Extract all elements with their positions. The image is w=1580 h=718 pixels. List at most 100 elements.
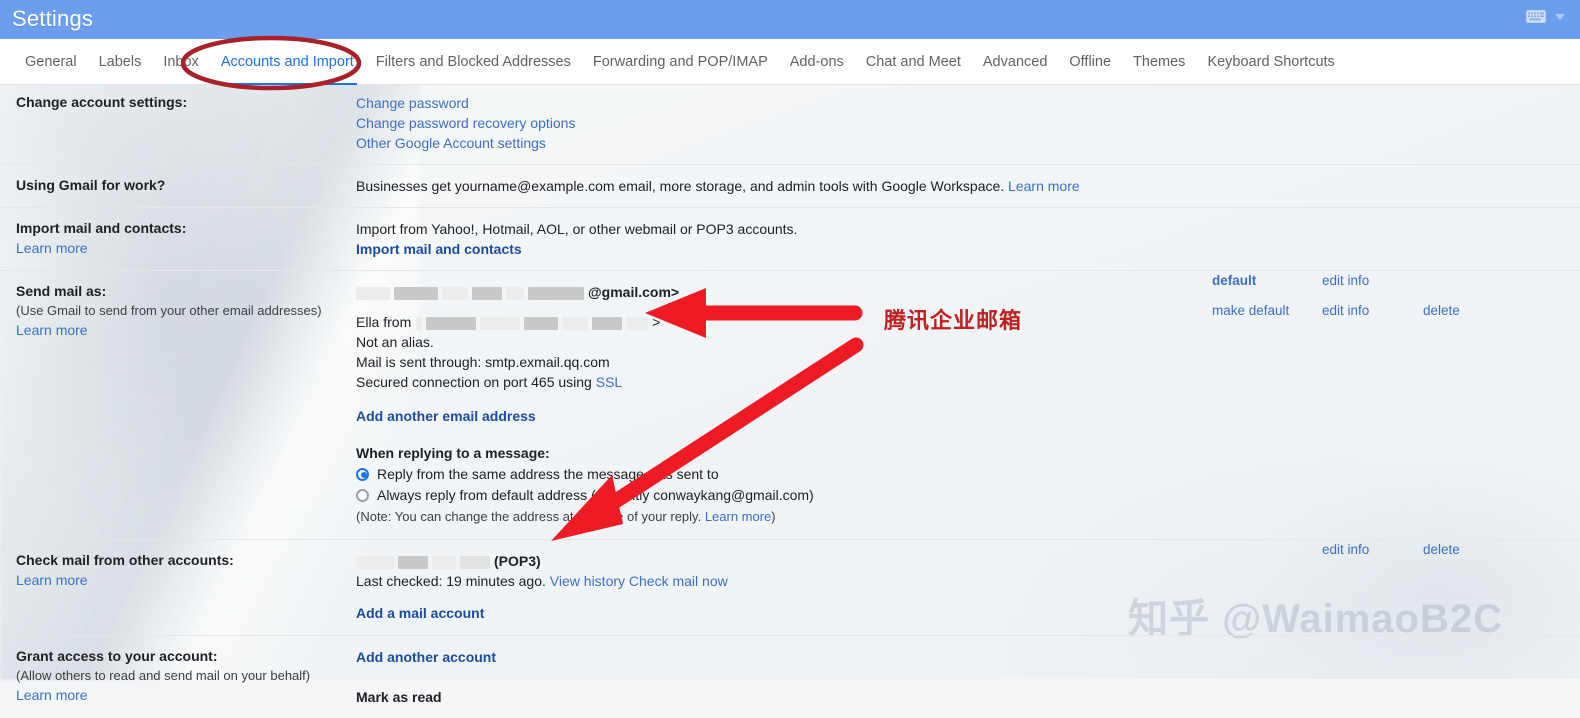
row-import-mail-and-contacts: Import mail and contacts: Learn more Imp… xyxy=(0,207,1580,270)
reply-option-same-address-label: Reply from the same address the message … xyxy=(377,466,719,482)
reply-option-default-address-label: Always reply from default address (curre… xyxy=(377,487,814,503)
tab-labels[interactable]: Labels xyxy=(88,39,153,85)
gmail-for-work-text: Businesses get yourname@example.com emai… xyxy=(356,178,1005,194)
redacted-account-block xyxy=(356,555,394,569)
ssl-link[interactable]: SSL xyxy=(596,374,622,390)
reply-note-learn-more-link[interactable]: Learn more xyxy=(705,509,771,524)
row-label-col: Import mail and contacts: Learn more xyxy=(0,219,356,259)
row-grant-access-to-your-account: Grant access to your account: (Allow oth… xyxy=(0,635,1580,718)
row-label-col: Send mail as: (Use Gmail to send from yo… xyxy=(0,282,356,527)
redacted-name-block xyxy=(472,286,502,300)
redacted-alias-block xyxy=(626,316,649,330)
row-label-col: Using Gmail for work? xyxy=(0,176,356,196)
check-mail-actions: edit info delete xyxy=(1180,540,1580,635)
redacted-name-block xyxy=(356,286,390,300)
page-title: Settings xyxy=(12,6,94,31)
send-mail-as-primary-edit-info-link[interactable]: edit info xyxy=(1322,273,1369,288)
primary-address-suffix: @gmail.com> xyxy=(588,284,680,300)
redacted-alias-block xyxy=(524,316,559,330)
check-mail-now-link[interactable]: Check mail now xyxy=(629,573,728,589)
change-account-settings-label: Change account settings: xyxy=(16,94,188,110)
row-change-account-settings: Change account settings: Change password… xyxy=(0,85,1580,164)
row-value-col: Import from Yahoo!, Hotmail, AOL, or oth… xyxy=(356,219,1580,259)
grant-access-learn-more-link[interactable]: Learn more xyxy=(16,685,356,705)
tab-general[interactable]: General xyxy=(14,39,88,85)
redacted-account-block xyxy=(432,555,456,569)
send-mail-as-sub: (Use Gmail to send from your other email… xyxy=(16,303,322,318)
send-mail-as-alias-make-default-link[interactable]: make default xyxy=(1212,303,1289,318)
tab-keyboard-shortcuts[interactable]: Keyboard Shortcuts xyxy=(1196,39,1345,85)
row-value-col: Change password Change password recovery… xyxy=(356,93,1580,153)
tab-themes[interactable]: Themes xyxy=(1122,39,1196,85)
alias-prefix: Ella from xyxy=(356,314,412,330)
tab-list: General Labels Inbox Accounts and Import… xyxy=(14,39,1346,85)
radio-reply-same-address[interactable] xyxy=(356,467,369,481)
titlebar-actions xyxy=(1526,10,1566,23)
tab-chat-and-meet[interactable]: Chat and Meet xyxy=(855,39,972,85)
row-value-col: Businesses get yourname@example.com emai… xyxy=(356,176,1580,196)
row-label-col: Change account settings: xyxy=(0,93,356,153)
add-another-account-link[interactable]: Add another account xyxy=(356,647,1580,667)
radio-reply-default-address[interactable] xyxy=(356,488,369,502)
other-google-account-settings-link[interactable]: Other Google Account settings xyxy=(356,133,1580,153)
import-mail-and-contacts-link[interactable]: Import mail and contacts xyxy=(356,239,1580,259)
row-check-mail-from-other-accounts: Check mail from other accounts: Learn mo… xyxy=(0,539,1580,635)
check-mail-label: Check mail from other accounts: xyxy=(16,552,234,568)
settings-tab-bar: General Labels Inbox Accounts and Import… xyxy=(0,39,1580,85)
tab-filters-and-blocked-addresses[interactable]: Filters and Blocked Addresses xyxy=(365,39,582,85)
send-mail-as-label: Send mail as: xyxy=(16,283,107,299)
change-password-recovery-options-link[interactable]: Change password recovery options xyxy=(356,113,1580,133)
check-mail-delete-link[interactable]: delete xyxy=(1423,542,1460,557)
redacted-name-block xyxy=(394,286,438,300)
import-mail-description: Import from Yahoo!, Hotmail, AOL, or oth… xyxy=(356,221,798,237)
redacted-account-block xyxy=(460,555,490,569)
redacted-name-block xyxy=(506,286,524,300)
alias-suffix: > xyxy=(652,314,661,330)
tab-inbox[interactable]: Inbox xyxy=(152,39,209,85)
title-bar: Settings xyxy=(0,0,1580,39)
redacted-account-block xyxy=(398,555,428,569)
redacted-name-block xyxy=(528,286,584,300)
grant-access-label: Grant access to your account: xyxy=(16,648,218,664)
using-gmail-for-work-label: Using Gmail for work? xyxy=(16,177,166,193)
view-history-link[interactable]: View history xyxy=(550,573,625,589)
redacted-alias-block xyxy=(426,316,477,330)
row-value-col: Add another account Mark as read xyxy=(356,647,1580,707)
send-mail-as-learn-more-link[interactable]: Learn more xyxy=(16,320,356,340)
send-mail-as-default-badge: default xyxy=(1212,273,1257,288)
check-mail-protocol: (POP3) xyxy=(494,553,541,569)
send-mail-as-actions: default edit info make default edit info… xyxy=(1180,271,1580,539)
gmail-for-work-text-line: Businesses get yourname@example.com emai… xyxy=(356,176,1580,196)
send-mail-as-alias-edit-info-link[interactable]: edit info xyxy=(1322,303,1369,318)
check-mail-edit-info-link[interactable]: edit info xyxy=(1322,542,1369,557)
redacted-alias-block xyxy=(592,316,623,330)
tab-advanced[interactable]: Advanced xyxy=(972,39,1059,85)
reply-note-prefix: (Note: You can change the address at the… xyxy=(356,509,705,524)
tab-add-ons[interactable]: Add-ons xyxy=(779,39,855,85)
gmail-for-work-learn-more-link[interactable]: Learn more xyxy=(1008,178,1080,194)
redacted-alias-block xyxy=(480,316,521,330)
redacted-alias-block xyxy=(562,316,589,330)
check-mail-learn-more-link[interactable]: Learn more xyxy=(16,570,356,590)
send-mail-as-alias-delete-link[interactable]: delete xyxy=(1423,303,1460,318)
tab-offline[interactable]: Offline xyxy=(1058,39,1122,85)
tab-accounts-and-import[interactable]: Accounts and Import xyxy=(210,39,365,85)
keyboard-icon[interactable] xyxy=(1526,10,1546,23)
row-send-mail-as: Send mail as: (Use Gmail to send from yo… xyxy=(0,270,1580,539)
row-using-gmail-for-work: Using Gmail for work? Businesses get you… xyxy=(0,164,1580,207)
alias-secure-text: Secured connection on port 465 using xyxy=(356,374,596,390)
reply-note-suffix: ) xyxy=(771,509,776,524)
import-mail-learn-more-link[interactable]: Learn more xyxy=(16,238,356,258)
import-mail-and-contacts-label: Import mail and contacts: xyxy=(16,220,187,236)
settings-content: Change account settings: Change password… xyxy=(0,85,1580,705)
redacted-name-block xyxy=(442,286,468,300)
mark-as-read-label: Mark as read xyxy=(356,689,442,705)
grant-access-sub: (Allow others to read and send mail on y… xyxy=(16,668,311,683)
row-label-col: Grant access to your account: (Allow oth… xyxy=(0,647,356,707)
redacted-alias-block xyxy=(416,316,423,330)
tab-forwarding-and-pop-imap[interactable]: Forwarding and POP/IMAP xyxy=(582,39,779,85)
chevron-down-icon[interactable] xyxy=(1554,13,1566,21)
check-mail-status: Last checked: 19 minutes ago. xyxy=(356,573,546,589)
change-password-link[interactable]: Change password xyxy=(356,93,1580,113)
row-label-col: Check mail from other accounts: Learn mo… xyxy=(0,551,356,623)
